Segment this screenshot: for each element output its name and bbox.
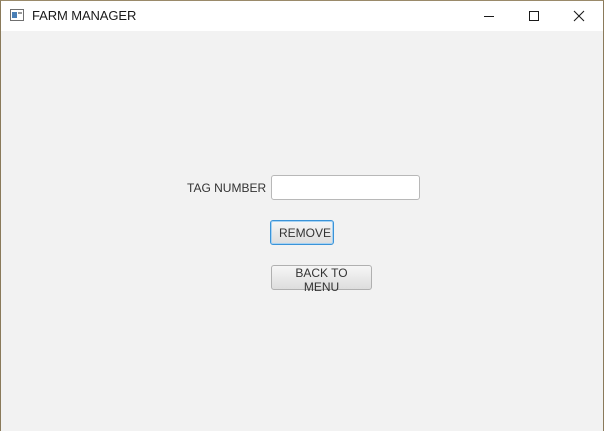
close-button[interactable]: [556, 1, 601, 31]
maximize-icon: [528, 11, 539, 21]
tag-number-input[interactable]: [271, 175, 420, 200]
maximize-button[interactable]: [511, 1, 556, 31]
window-title: FARM MANAGER: [32, 8, 137, 23]
app-window: FARM MANAGER TAG NUMBER REMOVE BACK TO M…: [0, 0, 604, 431]
app-window-icon: [10, 9, 24, 21]
minimize-icon: [483, 16, 494, 17]
close-icon: [573, 10, 584, 22]
remove-button[interactable]: REMOVE: [270, 220, 334, 245]
back-to-menu-button[interactable]: BACK TO MENU: [271, 265, 372, 294]
minimize-button[interactable]: [466, 1, 511, 31]
tag-number-label: TAG NUMBER: [187, 181, 267, 195]
title-bar[interactable]: FARM MANAGER: [1, 1, 603, 31]
